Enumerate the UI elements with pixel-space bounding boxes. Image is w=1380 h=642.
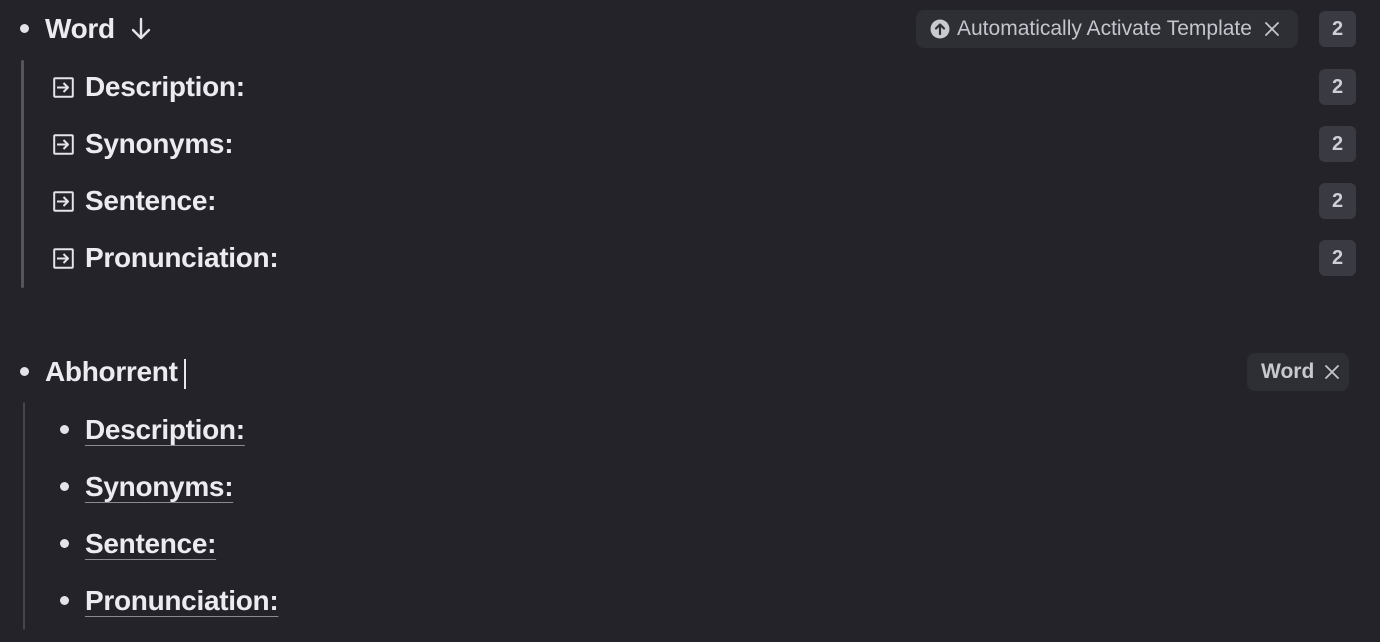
- field-row-pronunciation[interactable]: Pronunciation: 2: [0, 238, 1380, 278]
- word-node-row[interactable]: Word Automatically Activate Template 2: [0, 9, 1380, 49]
- up-arrow-circle-icon: [930, 19, 950, 39]
- text-cursor: [183, 358, 186, 389]
- field-label[interactable]: Pronunciation:: [85, 242, 279, 274]
- supertag-label: Word: [1261, 360, 1315, 383]
- child-field-label[interactable]: Description:: [85, 414, 245, 446]
- field-icon: [53, 248, 74, 269]
- field-count-badge[interactable]: 2: [1319, 240, 1356, 276]
- field-count-badge[interactable]: 2: [1319, 183, 1356, 219]
- child-field-label[interactable]: Sentence:: [85, 528, 216, 560]
- field-icon: [53, 191, 74, 212]
- template-tag-label: Automatically Activate Template: [957, 17, 1252, 40]
- field-row-description[interactable]: Description: 2: [0, 67, 1380, 107]
- close-icon[interactable]: [1264, 21, 1280, 37]
- instance-node-row[interactable]: Abhorrent Word: [0, 352, 1380, 392]
- supertag-word[interactable]: Word: [1247, 353, 1349, 391]
- child-row[interactable]: Pronunciation:: [0, 581, 1380, 621]
- child-field-label[interactable]: Synonyms:: [85, 471, 234, 503]
- child-row[interactable]: Description:: [0, 410, 1380, 450]
- arrow-down-icon: [132, 17, 151, 40]
- child-field-label[interactable]: Pronunciation:: [85, 585, 279, 617]
- field-label[interactable]: Sentence:: [85, 185, 216, 217]
- child-bullet[interactable]: [60, 539, 69, 548]
- node-bullet[interactable]: [20, 24, 29, 33]
- outline-editor: Word Automatically Activate Template 2 D…: [0, 0, 1380, 642]
- node-bullet[interactable]: [20, 367, 29, 376]
- close-icon[interactable]: [1324, 364, 1340, 380]
- child-bullet[interactable]: [60, 596, 69, 605]
- field-row-synonyms[interactable]: Synonyms: 2: [0, 124, 1380, 164]
- child-row[interactable]: Synonyms:: [0, 467, 1380, 507]
- field-count-badge[interactable]: 2: [1319, 69, 1356, 105]
- child-bullet[interactable]: [60, 482, 69, 491]
- child-row[interactable]: Sentence:: [0, 524, 1380, 564]
- field-icon: [53, 77, 74, 98]
- field-label[interactable]: Synonyms:: [85, 128, 234, 160]
- child-bullet[interactable]: [60, 425, 69, 434]
- template-tag[interactable]: Automatically Activate Template: [916, 10, 1298, 48]
- field-count-badge[interactable]: 2: [1319, 126, 1356, 162]
- instance-node-title-wrap[interactable]: Abhorrent: [45, 356, 186, 389]
- word-node-title-wrap[interactable]: Word: [45, 13, 152, 45]
- field-icon: [53, 134, 74, 155]
- word-node-title[interactable]: Word: [45, 13, 115, 44]
- field-row-sentence[interactable]: Sentence: 2: [0, 181, 1380, 221]
- reference-count-badge[interactable]: 2: [1319, 11, 1356, 47]
- instance-node-title[interactable]: Abhorrent: [45, 356, 178, 387]
- field-label[interactable]: Description:: [85, 71, 245, 103]
